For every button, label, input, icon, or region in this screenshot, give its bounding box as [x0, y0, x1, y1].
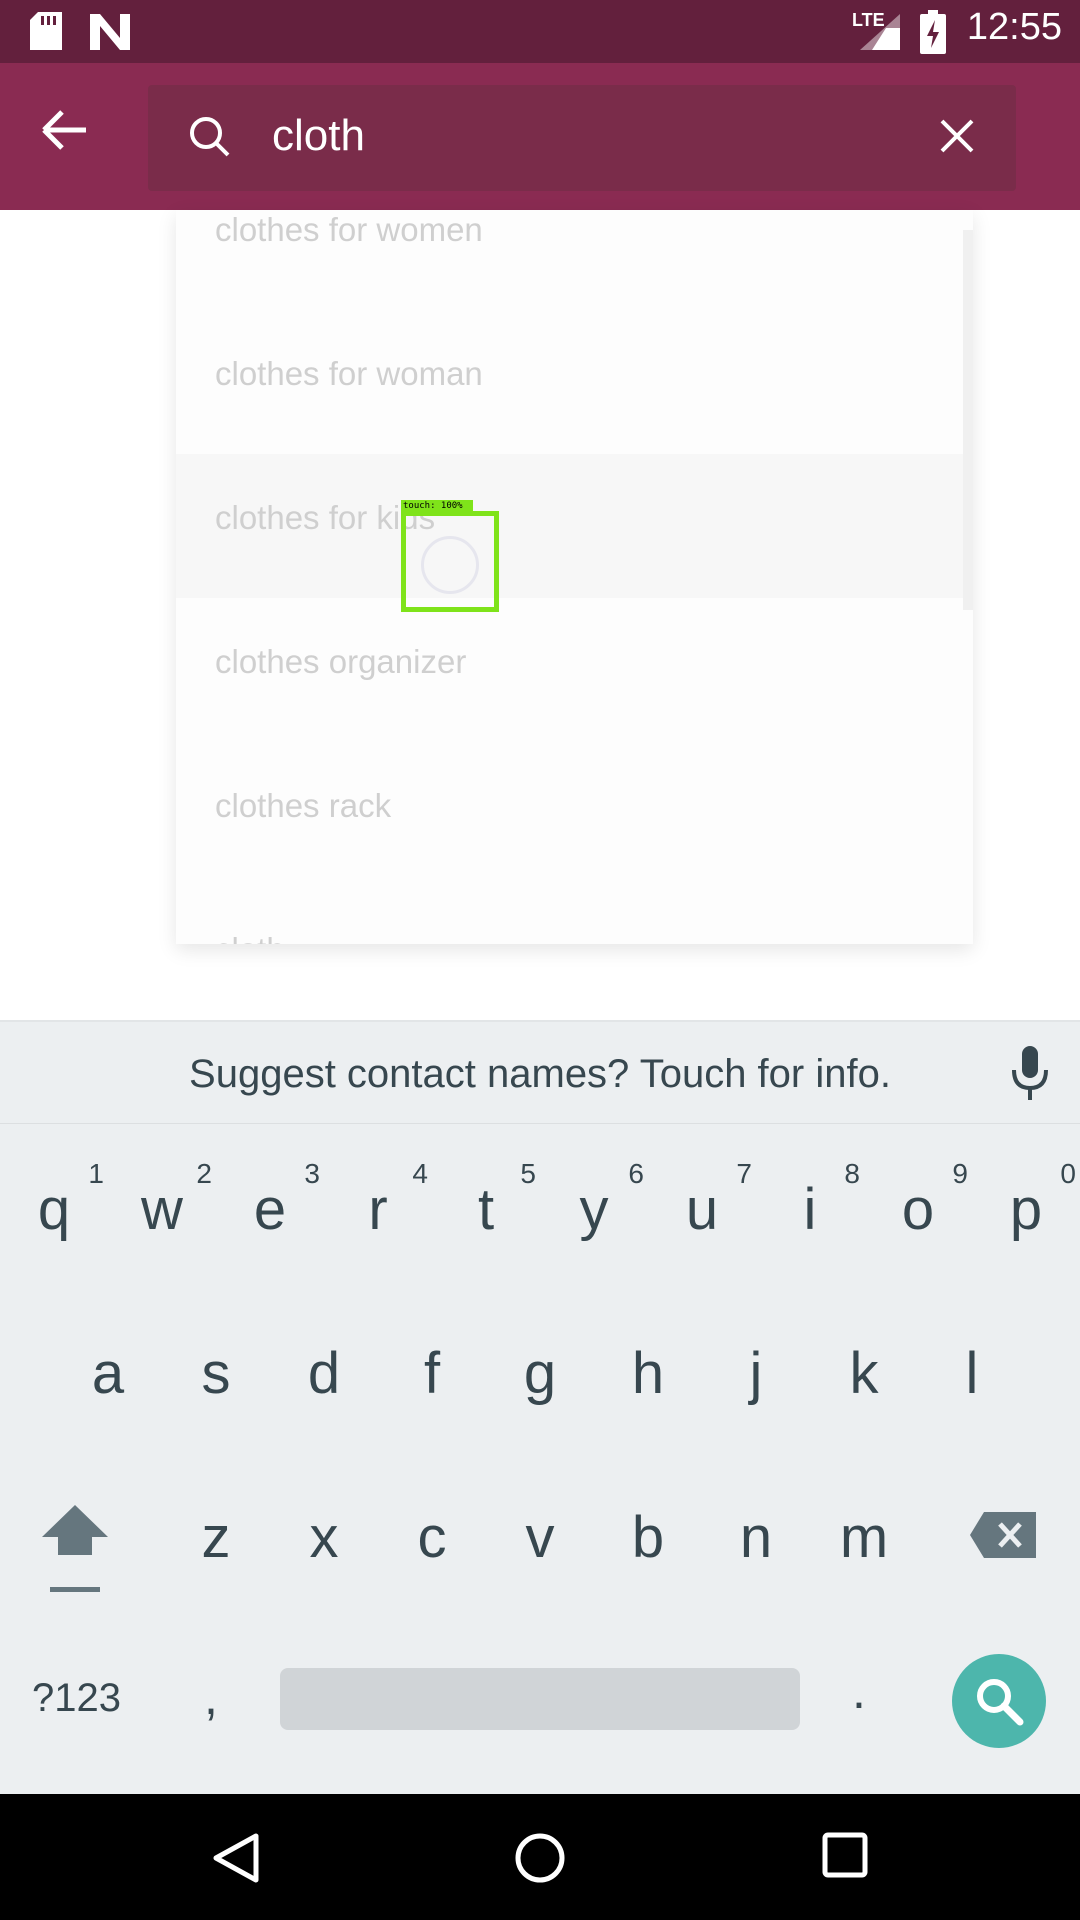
status-bar: LTE 12:55 — [0, 0, 1080, 63]
key[interactable]: h — [594, 1304, 702, 1434]
search-icon — [190, 117, 230, 157]
key[interactable]: c — [378, 1468, 486, 1598]
key[interactable]: t5 — [432, 1140, 540, 1270]
key-label: f — [423, 1341, 441, 1406]
app-bar: cloth — [0, 63, 1080, 210]
key-label: z — [201, 1505, 231, 1570]
n-logo-icon — [90, 14, 130, 50]
clear-search-button[interactable] — [940, 119, 980, 159]
symbols-key[interactable]: ?123 — [32, 1676, 121, 1721]
key[interactable]: d — [270, 1304, 378, 1434]
suggestion-label: clothes organizer — [215, 643, 467, 680]
key[interactable]: k — [810, 1304, 918, 1434]
navigation-bar — [0, 1794, 1080, 1920]
key[interactable]: i8 — [756, 1140, 864, 1270]
recents-square-icon[interactable] — [822, 1832, 868, 1878]
period-key[interactable]: . — [852, 1662, 866, 1720]
search-bar[interactable]: cloth — [148, 85, 1016, 191]
key[interactable]: o9 — [864, 1140, 972, 1270]
key[interactable]: a — [54, 1304, 162, 1434]
back-button[interactable] — [42, 110, 108, 162]
comma-key[interactable]: , — [204, 1668, 218, 1726]
key-label: d — [307, 1341, 341, 1406]
key-label: b — [631, 1505, 665, 1570]
key-hint: 8 — [844, 1158, 860, 1189]
microphone-icon[interactable] — [1010, 1046, 1050, 1102]
key-hint: 6 — [628, 1158, 644, 1189]
key-label: a — [91, 1341, 125, 1406]
key-hint: 3 — [304, 1158, 320, 1189]
key[interactable]: w2 — [108, 1140, 216, 1270]
shift-key[interactable] — [40, 1505, 110, 1600]
key[interactable]: j — [702, 1304, 810, 1434]
key-label: h — [631, 1341, 665, 1406]
shift-arrow-icon — [42, 1505, 108, 1592]
search-icon — [977, 1679, 1024, 1726]
search-input[interactable]: cloth — [272, 111, 365, 161]
suggestion-label: clothes rack — [215, 787, 392, 824]
key-hint: 7 — [736, 1158, 752, 1189]
key-label: m — [839, 1505, 889, 1570]
keyboard-suggestion-strip[interactable]: Suggest contact names? Touch for info. — [0, 1020, 1080, 1126]
clock: 12:55 — [966, 6, 1062, 48]
scrollbar[interactable] — [963, 230, 973, 610]
key[interactable]: q1 — [0, 1140, 108, 1270]
key[interactable]: x — [270, 1468, 378, 1598]
suggestion-item[interactable]: clothes for women — [176, 210, 973, 310]
key[interactable]: g — [486, 1304, 594, 1434]
key[interactable]: z — [162, 1468, 270, 1598]
home-circle-icon[interactable] — [514, 1832, 566, 1884]
close-icon — [940, 119, 974, 153]
key[interactable]: e3 — [216, 1140, 324, 1270]
suggestion-dropdown: clothes for women clothes for woman clot… — [176, 210, 973, 944]
space-key[interactable] — [280, 1668, 800, 1730]
key-hint: 2 — [196, 1158, 212, 1189]
suggestion-label: clothes for women — [215, 211, 483, 248]
key[interactable]: n — [702, 1468, 810, 1598]
key-label: n — [739, 1505, 773, 1570]
key-label: g — [523, 1341, 557, 1406]
key-hint: 1 — [88, 1158, 104, 1189]
key[interactable]: p0 — [972, 1140, 1080, 1270]
back-triangle-icon[interactable] — [212, 1832, 260, 1884]
search-action-key[interactable] — [952, 1654, 1046, 1748]
touch-indicator — [401, 511, 499, 612]
sd-card-icon — [30, 12, 62, 50]
suggestion-label: cloth — [215, 931, 285, 944]
suggestion-item[interactable]: clothes organizer — [176, 598, 973, 742]
key-label: v — [525, 1505, 555, 1570]
key-label: j — [749, 1341, 763, 1406]
key-label: c — [417, 1505, 447, 1570]
key[interactable]: s — [162, 1304, 270, 1434]
key-label: s — [201, 1341, 231, 1406]
key[interactable]: u7 — [648, 1140, 756, 1270]
touch-label: touch: 100% — [401, 500, 473, 513]
key-label: k — [849, 1341, 879, 1406]
key[interactable]: v — [486, 1468, 594, 1598]
suggestion-item[interactable]: clothes for woman — [176, 310, 973, 454]
key[interactable]: f — [378, 1304, 486, 1434]
contact-suggest-prompt[interactable]: Suggest contact names? Touch for info. — [0, 1052, 1080, 1097]
key-hint: 9 — [952, 1158, 968, 1189]
key[interactable]: r4 — [324, 1140, 432, 1270]
backspace-key[interactable] — [970, 1512, 1036, 1563]
arrow-back-icon — [42, 110, 86, 150]
signal-icon — [860, 14, 900, 50]
key-label: x — [309, 1505, 339, 1570]
suggestion-label: clothes for woman — [215, 355, 483, 392]
key[interactable]: m — [810, 1468, 918, 1598]
suggestion-item[interactable]: clothes rack — [176, 742, 973, 886]
key[interactable]: l — [918, 1304, 1026, 1434]
key-hint: 4 — [412, 1158, 428, 1189]
key-label: l — [965, 1341, 979, 1406]
key-hint: 0 — [1060, 1158, 1076, 1189]
key[interactable]: y6 — [540, 1140, 648, 1270]
battery-charging-icon — [920, 10, 946, 54]
key-hint: 5 — [520, 1158, 536, 1189]
key[interactable]: b — [594, 1468, 702, 1598]
suggestion-item[interactable]: cloth — [176, 886, 973, 944]
suggestion-item[interactable]: clothes for kids — [176, 454, 973, 598]
backspace-icon — [970, 1512, 1036, 1558]
